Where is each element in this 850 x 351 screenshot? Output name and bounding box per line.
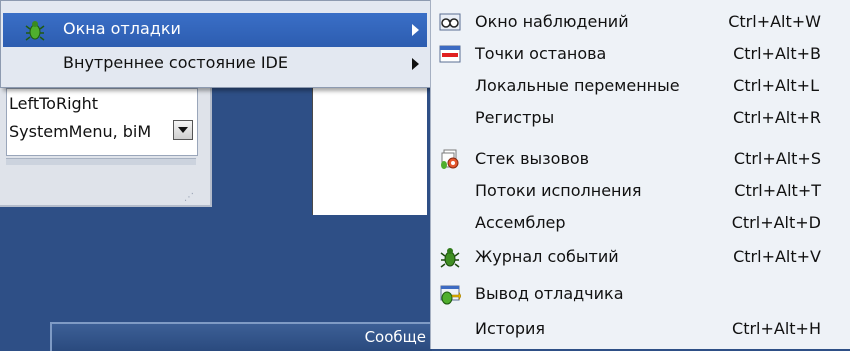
menu-item-history[interactable]: История Ctrl+Alt+H <box>431 313 850 345</box>
menu-item-label: Окно наблюдений <box>475 12 629 31</box>
menu-item-label: Регистры <box>475 108 555 127</box>
menu-item-debugger-output[interactable]: Вывод отладчика <box>431 278 850 310</box>
menu-item-shortcut: Ctrl+Alt+B <box>733 44 821 63</box>
menu-item-shortcut: Ctrl+Alt+R <box>732 108 821 127</box>
menu-item-label: Журнал событий <box>475 247 619 266</box>
menu-item-shortcut: Ctrl+Alt+S <box>733 149 821 168</box>
messages-window-title: Сообще <box>364 328 426 346</box>
menu-item-label: Потоки исполнения <box>475 181 642 200</box>
menu-item-label: Вывод отладчика <box>475 284 624 303</box>
panel-divider <box>6 158 196 165</box>
menu-item-label: Стек вызовов <box>475 149 590 168</box>
property-value-bordericons[interactable]: SystemMenu, biM <box>9 120 169 144</box>
chevron-down-icon <box>178 127 188 133</box>
submenu-arrow-icon <box>412 58 419 70</box>
submenu-arrow-icon <box>412 24 419 36</box>
menu-item-label: Точки останова <box>475 44 607 63</box>
menu-item-shortcut: Ctrl+Alt+D <box>731 213 821 232</box>
debug-menu: Окна отладки Внутреннее состояние IDE <box>0 0 432 88</box>
menu-item-watch-window[interactable]: Окно наблюдений Ctrl+Alt+W <box>431 6 850 38</box>
menu-item-breakpoints[interactable]: Точки останова Ctrl+Alt+B <box>431 38 850 70</box>
watch-glasses-icon <box>439 11 461 33</box>
property-dropdown-button[interactable] <box>173 120 193 140</box>
breakpoint-icon <box>439 43 461 65</box>
property-value-bidimode[interactable]: LeftToRight <box>9 92 169 116</box>
menu-item-shortcut: Ctrl+Alt+T <box>734 181 821 200</box>
menu-item-ide-internal-state[interactable]: Внутреннее состояние IDE <box>3 47 427 81</box>
menu-item-label: Локальные переменные <box>475 76 680 95</box>
menu-item-threads[interactable]: Потоки исполнения Ctrl+Alt+T <box>431 175 850 207</box>
debug-output-icon <box>439 283 462 305</box>
form-designer-canvas <box>312 74 427 215</box>
menu-item-assembler[interactable]: Ассемблер Ctrl+Alt+D <box>431 207 850 239</box>
menu-item-shortcut: Ctrl+Alt+V <box>733 247 821 266</box>
menu-item-shortcut: Ctrl+Alt+H <box>732 319 821 338</box>
menu-item-call-stack[interactable]: Стек вызовов Ctrl+Alt+S <box>431 143 850 175</box>
menu-item-local-variables[interactable]: Локальные переменные Ctrl+Alt+L <box>431 70 850 102</box>
bug-icon <box>25 19 45 45</box>
property-grid: LeftToRight SystemMenu, biM <box>6 88 198 156</box>
menu-item-shortcut: Ctrl+Alt+L <box>733 76 819 95</box>
call-stack-icon <box>439 148 461 170</box>
menu-item-label: Ассемблер <box>475 213 566 232</box>
menu-item-label: Внутреннее состояние IDE <box>63 53 288 72</box>
menu-item-event-log[interactable]: Журнал событий Ctrl+Alt+V <box>431 241 850 273</box>
menu-item-debug-windows[interactable]: Окна отладки <box>3 13 427 47</box>
debug-windows-submenu: Окно наблюдений Ctrl+Alt+W Точки останов… <box>430 0 850 349</box>
menu-item-label: Окна отладки <box>63 19 181 38</box>
resize-grip-icon[interactable]: ⋰ <box>184 192 198 203</box>
menu-item-label: История <box>475 319 546 338</box>
menu-item-shortcut: Ctrl+Alt+W <box>728 12 821 31</box>
menu-item-registers[interactable]: Регистры Ctrl+Alt+R <box>431 102 850 134</box>
messages-window: Сообще <box>50 322 432 351</box>
event-log-bug-icon <box>439 246 461 268</box>
